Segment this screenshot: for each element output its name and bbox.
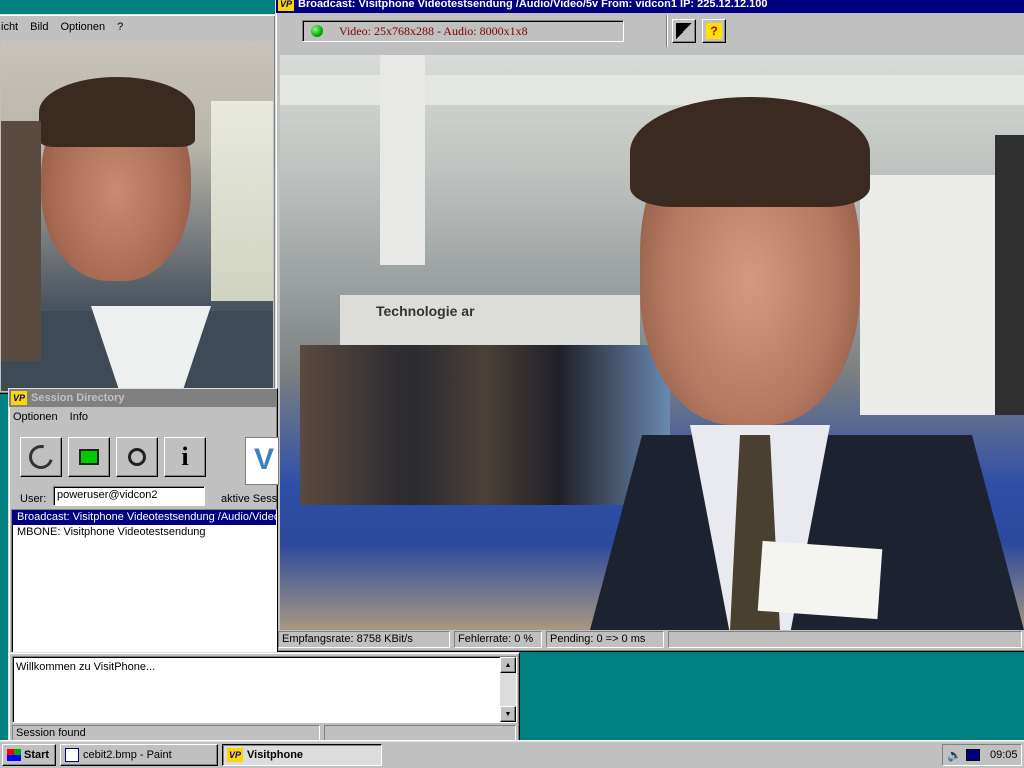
video-toolbar: Video: 25x768x288 - Audio: 8000x1x8 ?	[278, 15, 1024, 53]
help-icon: ?	[706, 23, 722, 39]
network-button[interactable]	[68, 437, 110, 477]
paint-icon	[65, 748, 79, 762]
scroll-down-button[interactable]: ▼	[500, 706, 516, 722]
session-item[interactable]: Broadcast: Visitphone Videotestsendung /…	[12, 510, 276, 525]
message-window: Willkommen zu VisitPhone... ▲ ▼ Session …	[8, 652, 520, 742]
session-item[interactable]: MBONE: Visitphone Videotestsendung	[12, 525, 276, 540]
video-title: Broadcast: Visitphone Videotestsendung /…	[298, 0, 768, 10]
help-button[interactable]: ?	[702, 19, 726, 43]
menu-bild[interactable]: Bild	[30, 21, 48, 33]
task-visitphone-label: Visitphone	[247, 749, 304, 761]
format-display: Video: 25x768x288 - Audio: 8000x1x8	[302, 20, 624, 42]
user-field[interactable]: poweruser@vidcon2	[53, 486, 205, 506]
message-scrollbar[interactable]: ▲ ▼	[500, 657, 516, 722]
back-video-window: icht Bild Optionen ?	[0, 14, 276, 394]
start-button[interactable]: Start	[2, 744, 56, 766]
menu-help[interactable]: ?	[117, 21, 123, 33]
network-monitor-icon	[79, 449, 99, 465]
session-list[interactable]: Broadcast: Visitphone Videotestsendung /…	[11, 509, 277, 655]
fullscreen-button[interactable]	[672, 19, 696, 43]
vp-logo: V	[245, 437, 279, 485]
video-window: VP Broadcast: Visitphone Videotestsendun…	[275, 0, 1024, 652]
satellite-dish-icon	[24, 440, 58, 474]
booth-sign: Technologie ar	[376, 303, 475, 319]
right-poster	[860, 175, 1010, 415]
spare-pane	[668, 631, 1022, 648]
message-text: Willkommen zu VisitPhone...	[16, 661, 156, 673]
pillar	[380, 55, 425, 265]
search-button[interactable]	[116, 437, 158, 477]
system-tray: 🔈 09:05	[942, 744, 1022, 766]
task-visitphone[interactable]: VP Visitphone	[222, 744, 382, 766]
session-directory-window: VP Session Directory Optionen Info i V U…	[8, 388, 279, 656]
scroll-up-button[interactable]: ▲	[500, 657, 516, 673]
monitor-icon[interactable]	[965, 749, 980, 761]
clock[interactable]: 09:05	[990, 749, 1018, 761]
user-label: User:	[20, 493, 47, 505]
active-sessions-label: aktive Sess	[221, 493, 278, 505]
crowd	[300, 345, 670, 505]
session-titlebar[interactable]: VP Session Directory	[9, 389, 277, 407]
video-image: Technologie ar	[280, 55, 1024, 630]
rate-pane: Empfangsrate: 8758 KBit/s	[278, 631, 450, 648]
man-hair	[630, 97, 870, 207]
info-button[interactable]: i	[164, 437, 206, 477]
menu-optionen[interactable]: Optionen	[60, 21, 105, 33]
toolbar-separator	[666, 15, 668, 47]
session-menu-optionen[interactable]: Optionen	[13, 411, 58, 423]
visitphone-icon: VP	[11, 391, 27, 405]
format-text: Video: 25x768x288 - Audio: 8000x1x8	[339, 23, 528, 38]
session-menu-info[interactable]: Info	[70, 411, 88, 423]
speaker-icon[interactable]: 🔈	[947, 748, 962, 762]
info-icon: i	[181, 442, 189, 471]
pending-pane: Pending: 0 => 0 ms	[546, 631, 664, 648]
back-menubar: icht Bild Optionen ?	[0, 15, 275, 39]
taskbar: Start cebit2.bmp - Paint VP Visitphone 🔈…	[0, 740, 1024, 768]
session-title: Session Directory	[31, 392, 125, 404]
side-poster	[211, 101, 273, 301]
windows-logo-icon	[7, 749, 21, 761]
right-panel	[995, 135, 1024, 415]
session-menubar: Optionen Info	[9, 407, 277, 426]
visitphone-icon: VP	[278, 0, 294, 11]
side-figure	[1, 121, 41, 361]
visitphone-icon: VP	[227, 748, 243, 762]
menu-ansicht[interactable]: icht	[1, 21, 18, 33]
satellite-button[interactable]	[20, 437, 62, 477]
error-pane: Fehlerrate: 0 %	[454, 631, 542, 648]
magnifier-icon	[128, 448, 146, 466]
task-paint-label: cebit2.bmp - Paint	[83, 749, 172, 761]
back-video-image	[1, 41, 273, 391]
video-titlebar[interactable]: VP Broadcast: Visitphone Videotestsendun…	[276, 0, 1024, 13]
person-hair	[39, 77, 195, 147]
message-area[interactable]: Willkommen zu VisitPhone... ▲ ▼	[12, 656, 517, 723]
arrow-expand-icon	[676, 23, 692, 39]
start-label: Start	[24, 749, 50, 761]
status-led-icon	[311, 25, 323, 37]
name-badge	[757, 540, 883, 620]
task-paint[interactable]: cebit2.bmp - Paint	[60, 744, 218, 766]
video-statusbar: Empfangsrate: 8758 KBit/s Fehlerrate: 0 …	[278, 631, 1024, 649]
